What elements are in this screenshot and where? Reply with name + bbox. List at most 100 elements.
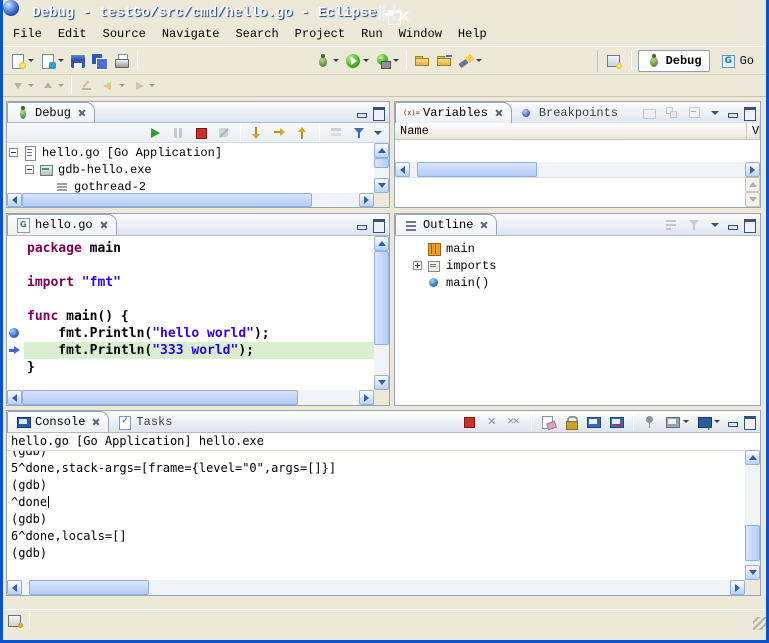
- outline-tree[interactable]: mainimportsmain(): [395, 236, 760, 405]
- scrollbar-track[interactable]: [22, 580, 730, 595]
- scrollbar-track[interactable]: [374, 251, 389, 375]
- editor-ruler[interactable]: [7, 257, 24, 274]
- menu-edit[interactable]: Edit: [50, 24, 95, 44]
- scroll-right-button[interactable]: [359, 390, 374, 405]
- resume-button[interactable]: [144, 122, 166, 144]
- debug-tree-item[interactable]: hello.go [Go Application]: [7, 144, 374, 161]
- scrollbar-track[interactable]: [410, 162, 745, 177]
- view-menu-chevron-icon[interactable]: [371, 125, 386, 140]
- scrollbar-track[interactable]: [22, 390, 359, 405]
- menu-source[interactable]: Source: [95, 24, 154, 44]
- menu-navigate[interactable]: Navigate: [154, 24, 228, 44]
- maximize-view-icon[interactable]: [742, 217, 757, 232]
- menu-file[interactable]: File: [5, 24, 50, 44]
- maximize-view-icon[interactable]: [371, 105, 386, 120]
- scroll-right-button[interactable]: [359, 193, 374, 207]
- scroll-up-button[interactable]: [374, 143, 389, 158]
- scrollbar-thumb[interactable]: [29, 580, 149, 595]
- tab-variables[interactable]: Variables: [395, 102, 512, 123]
- terminate-button[interactable]: [190, 122, 212, 144]
- code-line[interactable]: [7, 257, 374, 274]
- view-menu-chevron-icon[interactable]: [708, 105, 723, 120]
- variables-horizontal-scrollbar[interactable]: [395, 162, 760, 177]
- scroll-down-button[interactable]: [745, 565, 760, 580]
- close-window-button[interactable]: [393, 5, 395, 21]
- run-button[interactable]: [342, 50, 372, 72]
- title-bar[interactable]: Debug - testGo/src/cmd/hello.go - Eclips…: [3, 0, 766, 21]
- show-stdout-button[interactable]: [583, 411, 605, 433]
- save-button[interactable]: [67, 50, 89, 72]
- outline-item[interactable]: main: [399, 240, 760, 257]
- external-tools-button[interactable]: [372, 50, 402, 72]
- editor-ruler[interactable]: [7, 359, 24, 376]
- code-line[interactable]: fmt.Println("333 world");: [7, 342, 374, 359]
- code-line[interactable]: func main() {: [7, 308, 374, 325]
- scroll-up-button[interactable]: [745, 450, 760, 465]
- scrollbar-track[interactable]: [745, 465, 760, 565]
- perspective-debug-button[interactable]: Debug: [638, 50, 710, 72]
- new-button[interactable]: [7, 50, 37, 72]
- menu-run[interactable]: Run: [353, 24, 391, 44]
- editor-ruler[interactable]: [7, 274, 24, 291]
- remove-all-launches-button[interactable]: [504, 411, 526, 433]
- maximize-view-icon[interactable]: [742, 414, 757, 429]
- code-editor[interactable]: package mainimport "fmt"func main() { fm…: [7, 236, 374, 390]
- tab-hello-go[interactable]: hello.go: [7, 214, 117, 235]
- minimize-view-icon[interactable]: [725, 105, 740, 120]
- code-line[interactable]: import "fmt": [7, 274, 374, 291]
- show-stderr-button[interactable]: [606, 411, 628, 433]
- fast-view-icon[interactable]: [7, 613, 23, 629]
- scroll-left-button[interactable]: [7, 390, 22, 405]
- scroll-up-button[interactable]: [374, 236, 389, 251]
- scroll-left-button[interactable]: [7, 193, 22, 207]
- scrollbar-track[interactable]: [374, 158, 389, 178]
- debug-button[interactable]: [312, 50, 342, 72]
- scrollbar-thumb[interactable]: [22, 193, 312, 207]
- editor-vertical-scrollbar[interactable]: [374, 236, 389, 390]
- tab-console[interactable]: Console: [7, 411, 109, 432]
- clear-console-button[interactable]: [537, 411, 559, 433]
- minimize-window-button[interactable]: [379, 5, 381, 21]
- display-console-button[interactable]: [662, 411, 692, 433]
- maximize-view-icon[interactable]: [371, 217, 386, 232]
- debug-horizontal-scrollbar[interactable]: [7, 193, 374, 207]
- perspective-go-button[interactable]: Go: [712, 50, 762, 72]
- close-tab-icon[interactable]: [479, 220, 489, 230]
- step-return-button[interactable]: [292, 122, 314, 144]
- outline-item[interactable]: imports: [399, 257, 760, 274]
- variables-tree[interactable]: [395, 140, 760, 162]
- open-type-button[interactable]: [433, 50, 455, 72]
- close-tab-icon[interactable]: [77, 108, 87, 118]
- dropdown-arrow-icon[interactable]: [393, 59, 399, 62]
- print-button[interactable]: [111, 50, 133, 72]
- dropdown-arrow-icon[interactable]: [363, 59, 369, 62]
- search-button[interactable]: [455, 50, 485, 72]
- scroll-lock-button[interactable]: [560, 411, 582, 433]
- step-into-button[interactable]: [246, 122, 268, 144]
- open-perspective-button[interactable]: [603, 50, 625, 72]
- debug-vertical-scrollbar[interactable]: [374, 143, 389, 193]
- menu-search[interactable]: Search: [227, 24, 286, 44]
- use-step-filters-button[interactable]: [348, 122, 370, 144]
- resize-grip[interactable]: [753, 617, 766, 630]
- scrollbar-thumb[interactable]: [417, 162, 538, 177]
- debug-tree-item[interactable]: gdb-hello.exe: [7, 161, 374, 178]
- step-over-button[interactable]: [269, 122, 291, 144]
- close-tab-icon[interactable]: [99, 220, 109, 230]
- terminate-button[interactable]: [458, 411, 480, 433]
- scrollbar-thumb[interactable]: [374, 251, 389, 345]
- remove-launch-button[interactable]: [481, 411, 503, 433]
- expand-icon[interactable]: [413, 261, 422, 270]
- collapse-icon[interactable]: [9, 148, 18, 157]
- tab-tasks[interactable]: Tasks: [109, 411, 179, 432]
- view-menu-chevron-icon[interactable]: [708, 217, 723, 232]
- editor-ruler[interactable]: [7, 308, 24, 325]
- column-header-name[interactable]: Name: [395, 123, 747, 139]
- code-line[interactable]: }: [7, 359, 374, 376]
- console-horizontal-scrollbar[interactable]: [7, 580, 745, 595]
- collapse-icon[interactable]: [25, 165, 34, 174]
- debug-tree-item[interactable]: gothread-2: [7, 178, 374, 193]
- menu-help[interactable]: Help: [450, 24, 495, 44]
- tab-outline[interactable]: Outline: [395, 214, 497, 235]
- pin-console-button[interactable]: [639, 411, 661, 433]
